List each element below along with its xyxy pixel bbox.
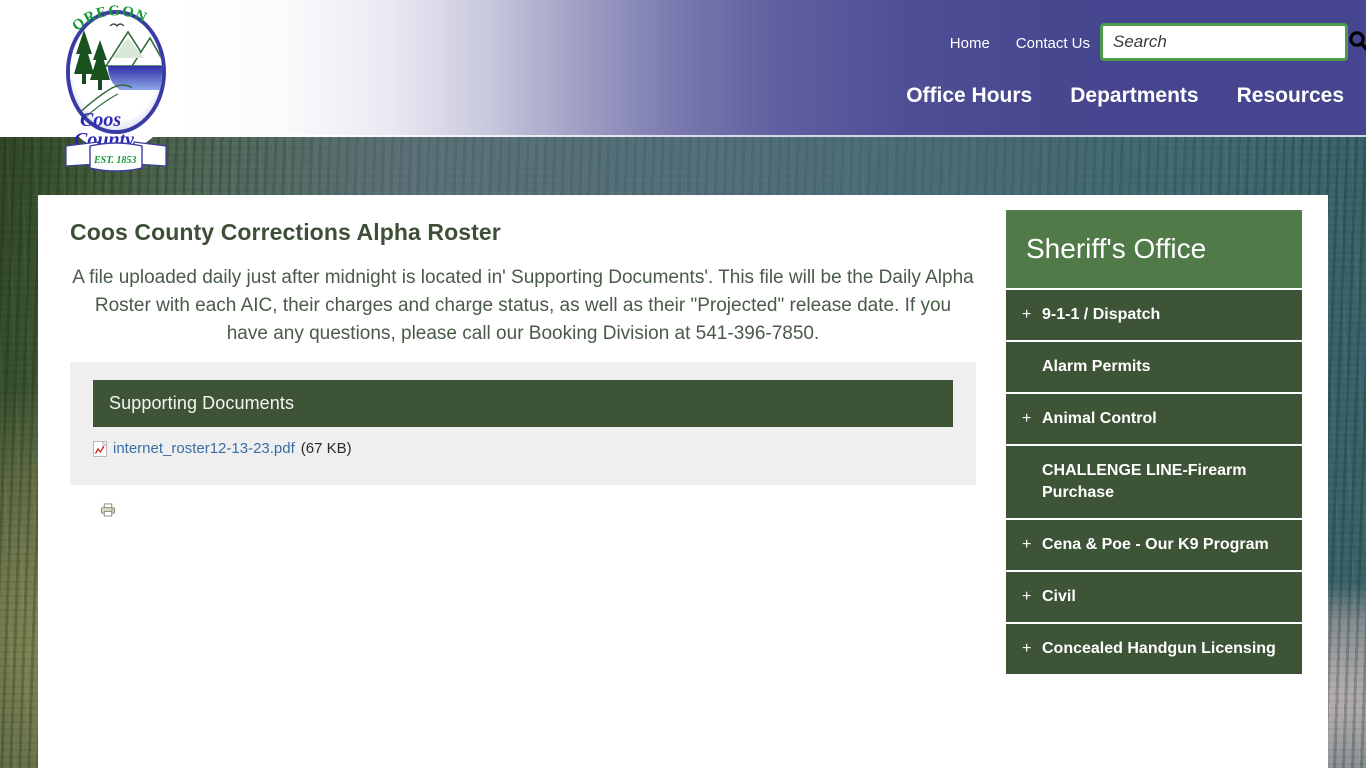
document-link[interactable]: internet_roster12-13-23.pdf — [113, 440, 295, 457]
sidebar-item-animal-control[interactable]: + Animal Control — [1006, 392, 1302, 444]
site-header: OREGON Coos County EST. 1853 Home Contac… — [0, 0, 1366, 172]
search-input[interactable] — [1103, 26, 1347, 58]
nav-home[interactable]: Home — [950, 33, 990, 54]
expand-plus-icon: + — [1022, 588, 1032, 605]
svg-text:Coos: Coos — [80, 109, 121, 131]
print-row — [70, 503, 976, 517]
document-row[interactable]: internet_roster12-13-23.pdf (67 KB) — [93, 440, 953, 457]
page-intro-paragraph: A file uploaded daily just after midnigh… — [72, 267, 974, 344]
search-icon — [1347, 29, 1366, 56]
sidebar-item-label: 9-1-1 / Dispatch — [1042, 306, 1161, 323]
nav-departments[interactable]: Departments — [1070, 84, 1198, 108]
nav-resources[interactable]: Resources — [1237, 84, 1344, 108]
sidebar-item-label: Civil — [1042, 588, 1076, 605]
sidebar-item-concealed-handgun-licensing[interactable]: + Concealed Handgun Licensing — [1006, 622, 1302, 674]
expand-plus-icon: + — [1022, 640, 1032, 657]
nav-contact-us[interactable]: Contact Us — [1016, 33, 1090, 54]
sidebar-item-911-dispatch[interactable]: + 9-1-1 / Dispatch — [1006, 288, 1302, 340]
supporting-documents-header: Supporting Documents — [93, 380, 953, 427]
sidebar-item-cena-and-poe-k9-program[interactable]: + Cena & Poe - Our K9 Program — [1006, 518, 1302, 570]
sidebar-item-civil[interactable]: + Civil — [1006, 570, 1302, 622]
sidebar-item-label: Cena & Poe - Our K9 Program — [1042, 536, 1269, 553]
pdf-icon — [93, 440, 108, 457]
sidebar-item-label: CHALLENGE LINE-Firearm Purchase — [1042, 462, 1247, 501]
seal-svg: OREGON Coos County EST. 1853 — [54, 0, 178, 172]
sidebar: Sheriff's Office + 9-1-1 / Dispatch + Al… — [1006, 195, 1312, 768]
supporting-documents-panel: Supporting Documents internet_roster12-1… — [70, 362, 976, 485]
sidebar-item-challenge-line-firearm-purchase[interactable]: + CHALLENGE LINE-Firearm Purchase — [1006, 444, 1302, 518]
main-nav: Office Hours Departments Resources — [906, 84, 1344, 108]
expand-plus-icon: + — [1022, 536, 1032, 553]
expand-plus-icon: + — [1022, 306, 1032, 323]
documents-list: internet_roster12-13-23.pdf (67 KB) — [93, 440, 953, 457]
content-card: Coos County Corrections Alpha Roster A f… — [38, 195, 1328, 768]
search-box[interactable] — [1100, 23, 1366, 61]
sidebar-item-label: Alarm Permits — [1042, 358, 1151, 375]
nav-office-hours[interactable]: Office Hours — [906, 84, 1032, 108]
county-seal-logo[interactable]: OREGON Coos County EST. 1853 — [50, 0, 182, 174]
utility-nav: Home Contact Us — [950, 33, 1090, 54]
sidebar-item-alarm-permits[interactable]: + Alarm Permits — [1006, 340, 1302, 392]
svg-text:EST. 1853: EST. 1853 — [93, 155, 136, 166]
search-button[interactable] — [1347, 26, 1366, 58]
page-title: Coos County Corrections Alpha Roster — [70, 219, 501, 245]
content-main-column: Coos County Corrections Alpha Roster A f… — [38, 195, 1006, 768]
sidebar-item-label: Concealed Handgun Licensing — [1042, 640, 1276, 657]
sidebar-item-label: Animal Control — [1042, 410, 1157, 427]
printer-icon[interactable] — [100, 503, 976, 517]
document-size: (67 KB) — [300, 440, 352, 457]
sidebar-title: Sheriff's Office — [1006, 210, 1302, 288]
expand-plus-icon: + — [1022, 410, 1032, 427]
